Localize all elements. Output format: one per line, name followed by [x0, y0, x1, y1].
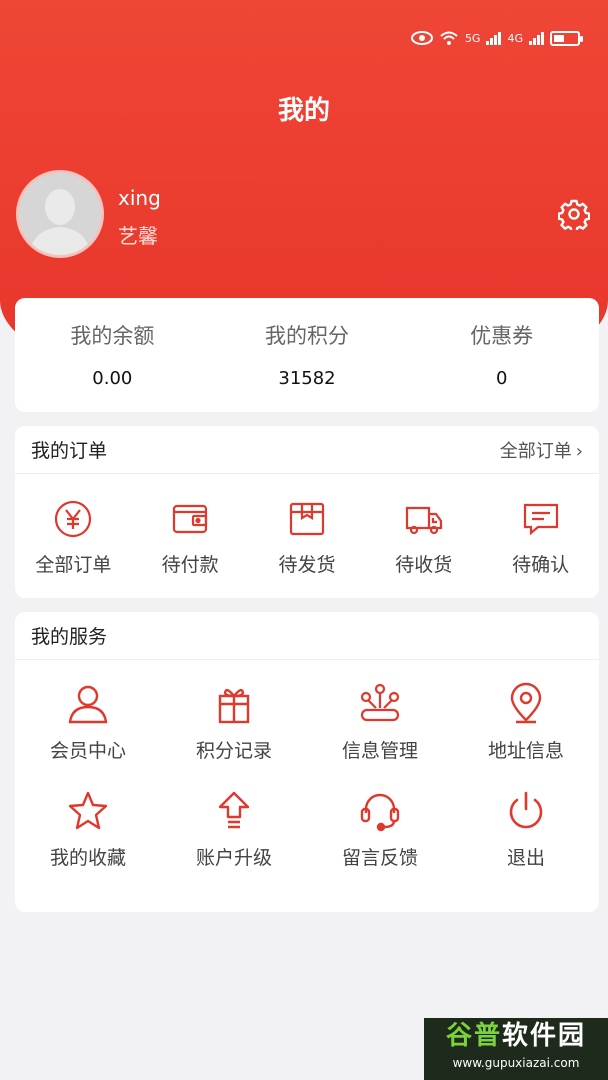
balance-item[interactable]: 我的余额 0.00: [15, 298, 210, 412]
power-icon: [509, 791, 543, 829]
service-logout[interactable]: 退出: [453, 789, 599, 870]
star-icon: [68, 791, 108, 830]
service-feedback[interactable]: 留言反馈: [307, 789, 453, 870]
order-pending-receipt[interactable]: 待收货: [369, 498, 479, 577]
nickname: 艺馨: [118, 224, 158, 248]
balance-value: 0.00: [92, 368, 133, 389]
points-value: 31582: [278, 368, 336, 389]
order-all[interactable]: 全部订单: [18, 498, 128, 577]
service-address-info-label: 地址信息: [487, 740, 564, 762]
user-icon: [68, 685, 108, 724]
wallet-icon: [173, 504, 208, 534]
services-title: 我的服务: [31, 626, 108, 648]
chevron-right-icon: ›: [575, 440, 583, 462]
order-pending-confirm-label: 待确认: [512, 554, 570, 576]
order-pending-confirm[interactable]: 待确认: [486, 498, 596, 577]
services-grid: 会员中心 积分记录 信息管理 地址信息 我的收藏 账户升级 留言反馈 退出: [15, 660, 599, 870]
coupon-item[interactable]: 优惠券 0: [404, 298, 599, 412]
battery-icon: [550, 30, 583, 46]
network-icon: [360, 683, 400, 722]
order-pending-payment[interactable]: 待付款: [135, 498, 245, 577]
all-orders-link[interactable]: 全部订单 ›: [500, 437, 583, 463]
order-pending-shipment-label: 待发货: [278, 554, 336, 576]
service-points-record[interactable]: 积分记录: [161, 682, 307, 763]
truck-icon: [405, 506, 442, 535]
network-type-4g: 4G: [507, 31, 523, 45]
service-logout-label: 退出: [506, 847, 545, 869]
service-favorites[interactable]: 我的收藏: [15, 789, 161, 870]
service-address-info[interactable]: 地址信息: [453, 682, 599, 763]
orders-title: 我的订单: [31, 440, 108, 462]
service-feedback-label: 留言反馈: [341, 847, 418, 869]
order-pending-payment-label: 待付款: [161, 554, 219, 576]
services-header: 我的服务: [15, 612, 599, 660]
signal-icon: [486, 31, 502, 45]
username: xing: [118, 186, 161, 210]
orders-card: 我的订单 全部订单 › 全部订单 待付款 待发货 待收货 待确认: [15, 426, 599, 598]
watermark-title: 谷普软件园: [424, 1018, 608, 1054]
all-orders-link-label: 全部订单: [499, 440, 572, 462]
service-member-center[interactable]: 会员中心: [15, 682, 161, 763]
wifi-icon: [440, 31, 458, 45]
points-item[interactable]: 我的积分 31582: [210, 298, 405, 412]
watermark-brand-b: 软件园: [502, 1021, 587, 1051]
service-favorites-label: 我的收藏: [49, 847, 126, 869]
gear-icon[interactable]: [558, 198, 590, 230]
coupon-value: 0: [495, 368, 508, 389]
box-icon: [289, 502, 325, 536]
service-info-management[interactable]: 信息管理: [307, 682, 453, 763]
headset-icon: [360, 793, 400, 832]
order-pending-shipment[interactable]: 待发货: [252, 498, 362, 577]
coupon-label: 优惠券: [470, 324, 534, 348]
balance-label: 我的余额: [70, 324, 155, 348]
signal-icon: [529, 31, 544, 45]
orders-header: 我的订单 全部订单 ›: [15, 426, 599, 474]
location-icon: [510, 682, 542, 724]
service-account-upgrade[interactable]: 账户升级: [161, 789, 307, 870]
service-points-record-label: 积分记录: [195, 740, 272, 762]
yen-icon: [55, 500, 92, 538]
network-type-5g: 5G: [464, 31, 481, 45]
avatar[interactable]: [16, 170, 104, 258]
balance-card: 我的余额 0.00 我的积分 31582 优惠券 0: [15, 298, 599, 412]
watermark: 谷普软件园 www.gupuxiazai.com: [424, 1018, 608, 1080]
message-icon: [523, 503, 558, 536]
watermark-url: www.gupuxiazai.com: [452, 1056, 580, 1070]
services-card: 我的服务 会员中心 积分记录 信息管理 地址信息 我的收藏 账户升级 留言反馈 …: [15, 612, 599, 912]
order-pending-receipt-label: 待收货: [395, 554, 453, 576]
page-title: 我的: [277, 96, 330, 126]
order-all-label: 全部订单: [35, 554, 112, 576]
upgrade-icon: [218, 791, 250, 829]
default-avatar-icon: [19, 173, 101, 255]
status-bar: 5G 4G: [410, 30, 583, 46]
points-label: 我的积分: [265, 324, 349, 348]
order-status-row: 全部订单 待付款 待发货 待收货 待确认: [15, 474, 599, 577]
gift-icon: [218, 688, 250, 724]
watermark-brand-a: 谷普: [445, 1021, 502, 1051]
service-info-management-label: 信息管理: [341, 740, 418, 762]
service-account-upgrade-label: 账户升级: [195, 847, 272, 869]
service-member-center-label: 会员中心: [49, 740, 126, 762]
eye-icon: [410, 31, 433, 45]
